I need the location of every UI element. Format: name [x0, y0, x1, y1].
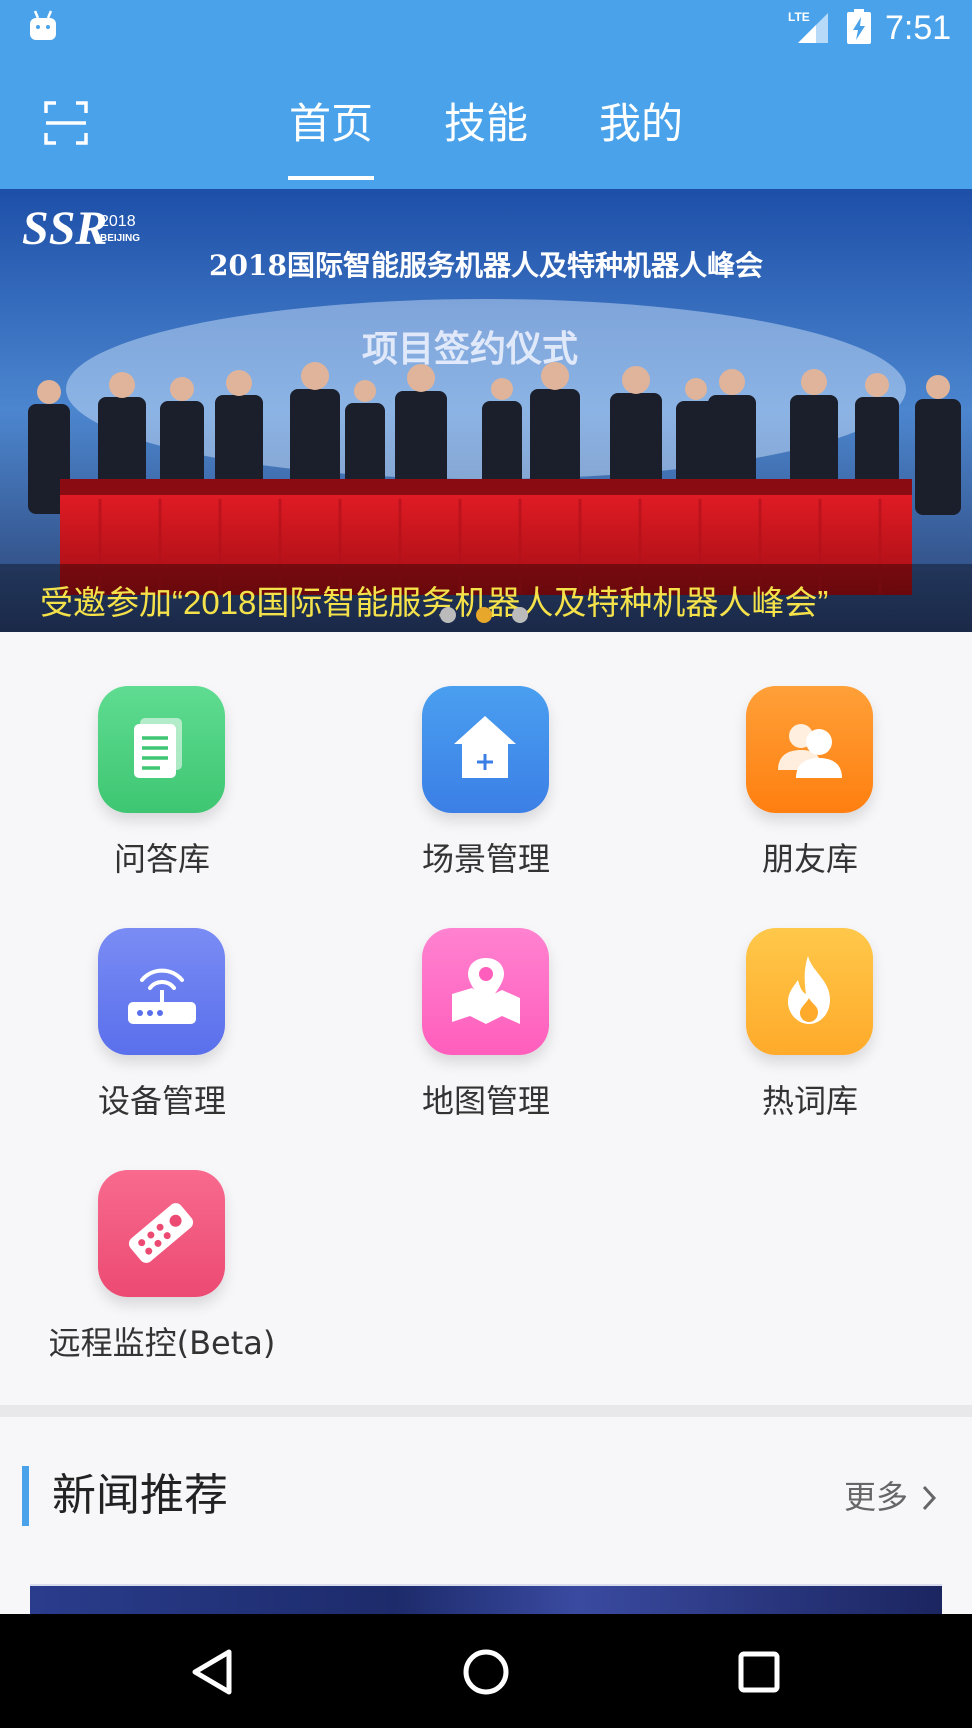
grid-item-label: 远程监控(Beta) [48, 1324, 276, 1362]
map-pin-icon [452, 958, 520, 1024]
grid-item-device-management[interactable]: 设备管理 [0, 928, 324, 1128]
scan-icon[interactable] [44, 101, 88, 145]
section-accent-bar [22, 1466, 29, 1526]
banner-carousel[interactable]: SSR 2018 BEIJING 2018国际智能服务机器人及特种机器人峰会 项… [0, 189, 972, 632]
tab-mine[interactable]: 我的 [598, 94, 684, 154]
grid-item-label: 场景管理 [421, 840, 550, 878]
status-bar: LTE 7:51 [0, 0, 972, 56]
system-nav-bar [0, 1614, 972, 1728]
grid-item-remote-monitoring[interactable]: 远程监控(Beta) [0, 1170, 324, 1370]
grid-item-label: 问答库 [113, 840, 210, 878]
map-management-tile [422, 928, 549, 1055]
carousel-dot [512, 607, 528, 623]
friends-library-tile [746, 686, 873, 813]
chevron-right-icon[interactable] [920, 1484, 938, 1512]
lte-signal-icon: LTE [788, 10, 828, 43]
logo-year: 2018 [100, 213, 136, 230]
section-divider [0, 1405, 972, 1417]
tab-home[interactable]: 首页 [288, 94, 374, 154]
remote-control-icon [128, 1203, 194, 1263]
grid-item-friends-library[interactable]: 朋友库 [648, 686, 972, 886]
tab-skills[interactable]: 技能 [443, 94, 529, 154]
remote-monitoring-tile [98, 1170, 225, 1297]
grid-item-hot-words[interactable]: 热词库 [648, 928, 972, 1128]
battery-charging-icon [847, 9, 871, 44]
document-icon [134, 718, 182, 778]
friends-icon [778, 724, 842, 778]
scene-management-tile [422, 686, 549, 813]
carousel-dot-active [476, 607, 492, 623]
grid-item-map-management[interactable]: 地图管理 [324, 928, 648, 1128]
news-more-link[interactable]: 更多 [844, 1477, 908, 1517]
home-add-icon [454, 716, 516, 778]
tab-active-indicator [288, 176, 374, 180]
network-type-label: LTE [788, 10, 810, 24]
grid-item-scene-management[interactable]: 场景管理 [324, 686, 648, 886]
fire-icon [788, 956, 830, 1024]
banner-subheadline: 项目签约仪式 [362, 328, 578, 370]
news-section-title: 新闻推荐 [52, 1470, 228, 1521]
logo-text: SSR [22, 202, 107, 255]
router-icon [128, 968, 196, 1024]
grid-item-label: 设备管理 [97, 1082, 226, 1120]
banner-headline: 2018国际智能服务机器人及特种机器人峰会 [209, 249, 763, 282]
qa-library-tile [98, 686, 225, 813]
grid-item-label: 朋友库 [761, 840, 858, 878]
recents-icon[interactable] [729, 1644, 789, 1700]
home-icon[interactable] [456, 1644, 516, 1700]
banner-caption: 受邀参加“2018国际智能服务机器人及特种机器人峰会” [40, 584, 829, 621]
back-icon[interactable] [183, 1644, 243, 1700]
grid-item-label: 地图管理 [421, 1082, 550, 1120]
android-notification-icon [30, 10, 56, 40]
carousel-dot [440, 607, 456, 623]
device-management-tile [98, 928, 225, 1055]
app-bar: 首页 技能 我的 [0, 56, 972, 189]
grid-item-label: 热词库 [761, 1082, 858, 1120]
status-time: 7:51 [885, 9, 952, 47]
news-thumbnail[interactable] [30, 1584, 942, 1616]
hot-words-tile [746, 928, 873, 1055]
logo-city: BEIJING [100, 233, 140, 244]
grid-item-qa-library[interactable]: 问答库 [0, 686, 324, 886]
